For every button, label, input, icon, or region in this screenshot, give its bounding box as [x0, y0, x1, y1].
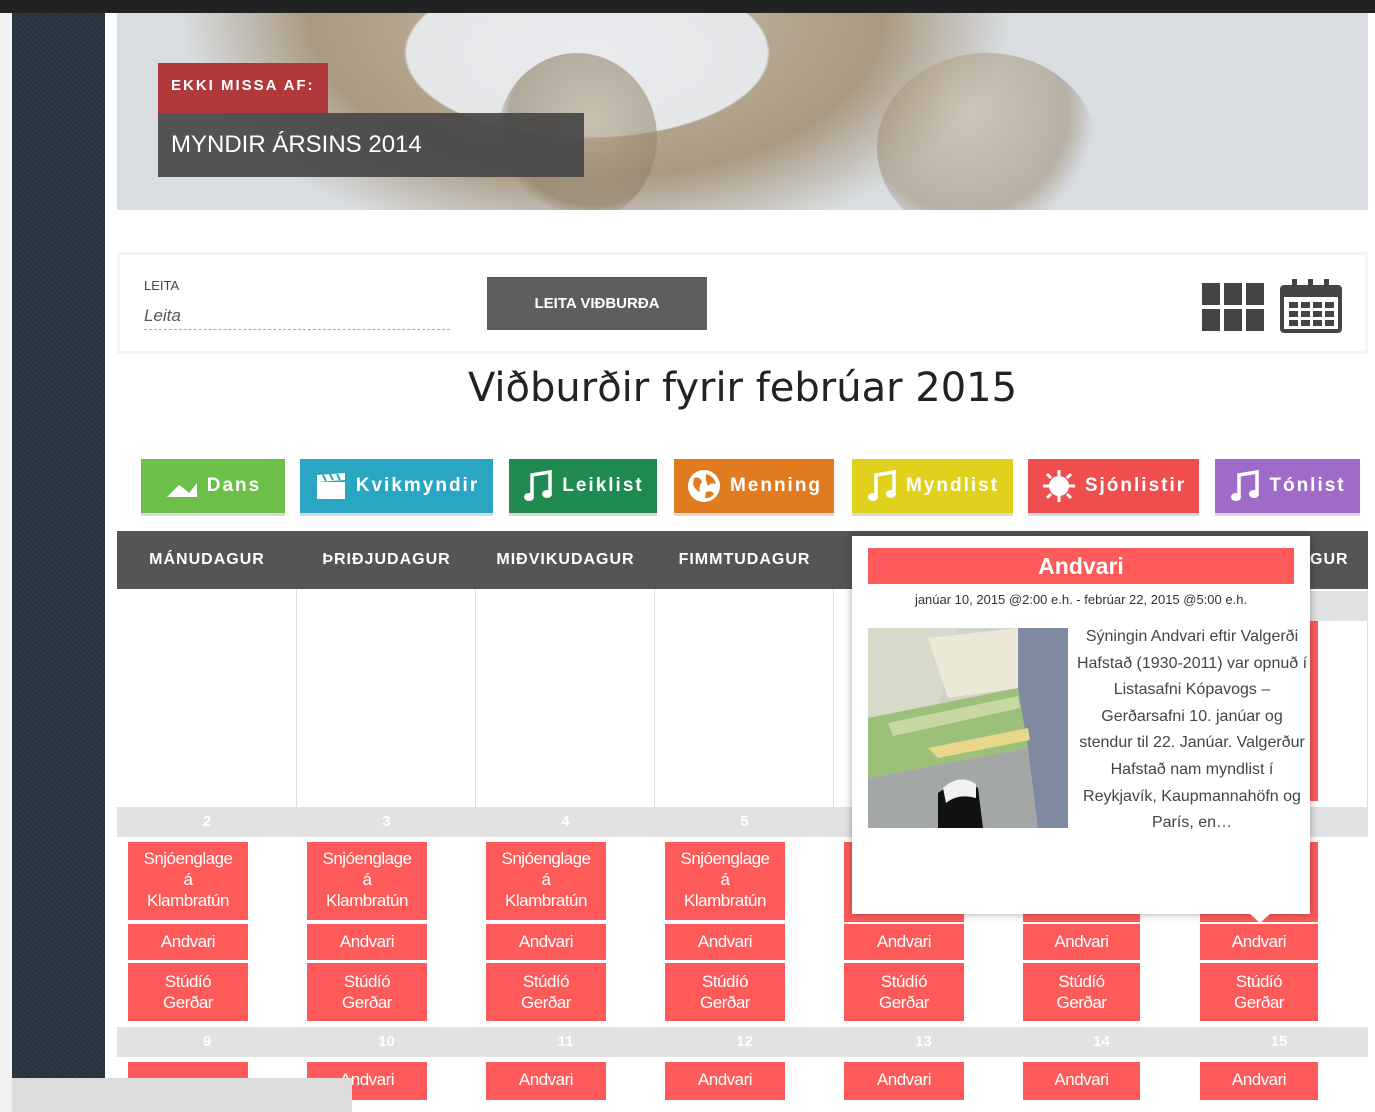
event-thumbnail[interactable]: [868, 628, 1068, 828]
calendar-cell[interactable]: [117, 589, 297, 807]
event-andvari[interactable]: Andvari: [486, 1062, 606, 1102]
category-label: Dans: [206, 475, 262, 496]
category-leiklist-button[interactable]: Leiklist: [509, 459, 657, 513]
event-andvari[interactable]: Andvari: [844, 924, 964, 962]
category-label: Myndlist: [905, 475, 1000, 496]
calendar-icon[interactable]: [1280, 277, 1342, 333]
search-panel: LEITA LEITA VIÐBURÐA: [117, 252, 1368, 354]
event-andvari[interactable]: Andvari: [1200, 1062, 1318, 1102]
music-note-icon: [1231, 469, 1260, 501]
globe-icon: [687, 470, 720, 502]
event-andvari[interactable]: Andvari: [844, 1062, 964, 1102]
search-input[interactable]: [144, 302, 450, 330]
hero-tag: EKKI MISSA AF:: [158, 63, 328, 113]
event-andvari[interactable]: Andvari: [307, 924, 427, 962]
event-studio-gerdar[interactable]: Stúdíó Gerðar: [128, 963, 248, 1021]
search-events-button[interactable]: LEITA VIÐBURÐA: [487, 277, 707, 330]
event-andvari[interactable]: Andvari: [128, 924, 248, 962]
date-number: 15: [1190, 1027, 1368, 1057]
category-menning-button[interactable]: Menning: [674, 459, 834, 513]
event-snjoenglage[interactable]: Snjóenglage á Klambratún: [486, 842, 606, 922]
month-grid-icon[interactable]: [1202, 283, 1264, 331]
event-studio-gerdar[interactable]: Stúdíó Gerðar: [486, 963, 606, 1021]
calendar-cell[interactable]: [297, 589, 476, 807]
category-label: Leiklist: [562, 475, 644, 496]
event-andvari[interactable]: Andvari: [1023, 1062, 1140, 1102]
date-number: 4: [476, 807, 655, 837]
sidebar-background: [12, 13, 105, 1112]
event-andvari[interactable]: Andvari: [1200, 924, 1318, 962]
category-label: Tónlist: [1269, 475, 1346, 496]
music-note-icon: [867, 469, 896, 501]
popup-pointer: [1250, 914, 1270, 923]
day-header: MÁNUDAGUR: [149, 551, 265, 568]
left-edge: [0, 13, 12, 1112]
dance-shoe-icon: [166, 483, 197, 497]
event-studio-gerdar[interactable]: Stúdíó Gerðar: [665, 963, 785, 1021]
hero-title[interactable]: MYNDIR ÁRSINS 2014: [158, 113, 584, 177]
day-header-sunday: GUR: [1310, 551, 1349, 568]
event-snjoenglage[interactable]: Snjóenglage á Klambratún: [665, 842, 785, 922]
day-header: ÞRIÐJUDAGUR: [322, 551, 451, 568]
search-label: LEITA: [144, 278, 180, 293]
top-bar: [0, 0, 1375, 13]
day-header: FIMMTUDAGUR: [678, 551, 811, 568]
category-sjonlistir-button[interactable]: Sjónlistir: [1028, 459, 1199, 513]
category-dans-button[interactable]: Dans: [141, 459, 285, 513]
event-andvari[interactable]: Andvari: [1023, 924, 1140, 962]
date-number: 10: [297, 1027, 476, 1057]
date-number: 9: [117, 1027, 297, 1057]
clapperboard-icon: [316, 473, 345, 499]
category-kvikmyndir-button[interactable]: Kvikmyndir: [300, 459, 493, 513]
date-number: 12: [655, 1027, 834, 1057]
date-number: 14: [1013, 1027, 1190, 1057]
date-number: 13: [834, 1027, 1013, 1057]
category-label: Menning: [729, 475, 823, 496]
popup-title[interactable]: Andvari: [868, 548, 1294, 584]
event-andvari[interactable]: Andvari: [665, 1062, 785, 1102]
calendar-cell[interactable]: [655, 589, 834, 807]
category-tonlist-button[interactable]: Tónlist: [1215, 459, 1360, 513]
hero-image-detail: [877, 53, 1097, 210]
splash-icon: [1042, 470, 1075, 502]
event-studio-gerdar[interactable]: Stúdíó Gerðar: [844, 963, 964, 1021]
music-note-icon: [524, 469, 553, 501]
event-snjoenglage[interactable]: Snjóenglage á Klambratún: [128, 842, 248, 922]
event-andvari[interactable]: Andvari: [486, 924, 606, 962]
horizontal-scrollbar[interactable]: [12, 1078, 352, 1112]
date-number: 5: [655, 807, 834, 837]
date-number: 11: [476, 1027, 655, 1057]
popup-date: janúar 10, 2015 @2:00 e.h. - febrúar 22,…: [914, 592, 1248, 607]
event-studio-gerdar[interactable]: Stúdíó Gerðar: [307, 963, 427, 1021]
category-label: Sjónlistir: [1084, 475, 1187, 496]
calendar-cell[interactable]: [476, 589, 655, 807]
event-studio-gerdar[interactable]: Stúdíó Gerðar: [1200, 963, 1318, 1021]
event-snjoenglage[interactable]: Snjóenglage á Klambratún: [307, 842, 427, 922]
date-number: 2: [117, 807, 297, 837]
event-studio-gerdar[interactable]: Stúdíó Gerðar: [1023, 963, 1140, 1021]
day-header: MIÐVIKUDAGUR: [496, 551, 635, 568]
event-popup[interactable]: Andvari janúar 10, 2015 @2:00 e.h. - feb…: [852, 536, 1310, 923]
event-andvari[interactable]: Andvari: [665, 924, 785, 962]
date-number: 3: [297, 807, 476, 837]
category-label: Kvikmyndir: [355, 475, 480, 496]
category-myndlist-button[interactable]: Myndlist: [852, 459, 1013, 513]
page-title: Viðburðir fyrir febrúar 2015: [467, 365, 1018, 411]
hero-banner[interactable]: EKKI MISSA AF: MYNDIR ÁRSINS 2014: [117, 13, 1368, 210]
